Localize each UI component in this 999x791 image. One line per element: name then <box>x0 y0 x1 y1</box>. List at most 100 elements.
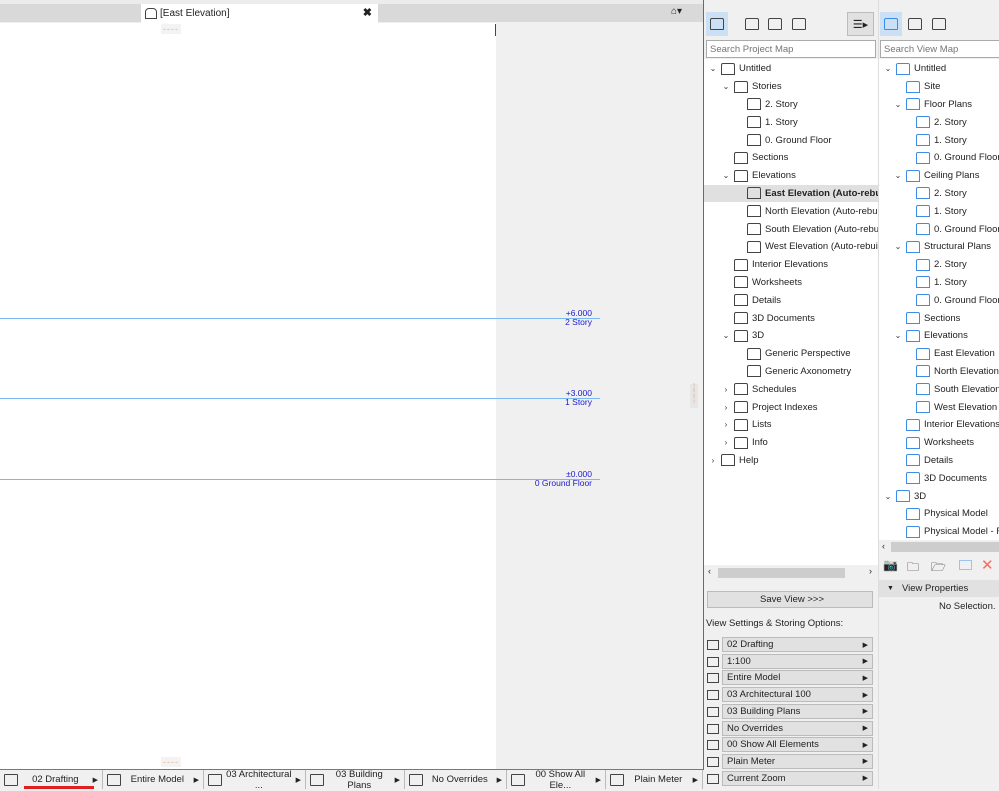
search-view-map[interactable] <box>880 40 999 58</box>
tree-item[interactable]: Site <box>879 78 999 96</box>
tree-item[interactable]: 1. Story <box>879 274 999 292</box>
chevron-down-icon[interactable]: ⌄ <box>893 242 903 251</box>
tree-item[interactable]: ⌄ Untitled <box>879 60 999 78</box>
tree-item[interactable]: South Elevation (Auto-rebuild Model) <box>704 220 878 238</box>
status-model-view[interactable]: Entire Model ▶ <box>103 770 204 789</box>
tree-item[interactable]: Interior Elevations <box>704 256 878 274</box>
tree-item[interactable]: 0. Ground Floor <box>879 149 999 167</box>
chevron-right-icon[interactable]: › <box>721 420 731 429</box>
tree-item[interactable]: 3D Documents <box>704 309 878 327</box>
view-properties-header[interactable]: ▼ View Properties <box>879 580 999 597</box>
tree-item[interactable]: 2. Story <box>879 113 999 131</box>
tree-item[interactable]: North Elevation <box>879 363 999 381</box>
tree-item[interactable]: ⌄ Elevations <box>879 327 999 345</box>
menu-button[interactable]: ☰▸ <box>847 12 874 36</box>
story-level-line[interactable] <box>0 479 600 480</box>
tree-item[interactable]: ⌄ Structural Plans <box>879 238 999 256</box>
tree-item[interactable]: East Elevation <box>879 345 999 363</box>
tree-item[interactable]: Worksheets <box>704 274 878 292</box>
tree-item[interactable]: 1. Story <box>879 202 999 220</box>
tree-item[interactable]: Physical Model - Front <box>879 523 999 540</box>
story-level-line[interactable] <box>0 398 600 399</box>
layout-book-button[interactable] <box>764 12 786 36</box>
status-mvo[interactable]: 03 Building Plans ▶ <box>306 769 405 791</box>
tree-item[interactable]: South Elevation <box>879 380 999 398</box>
tree-item[interactable]: ⌄ 3D <box>704 327 878 345</box>
option-graphic-override[interactable]: No Overrides ▶ <box>722 720 873 736</box>
chevron-down-icon[interactable]: ⌄ <box>721 171 731 180</box>
status-graphic-override[interactable]: No Overrides ▶ <box>405 770 507 789</box>
option-model-view[interactable]: Entire Model ▶ <box>722 670 873 686</box>
option-pen-set[interactable]: 03 Architectural 100 ▶ <box>722 687 873 703</box>
search-project-map[interactable] <box>706 40 876 58</box>
status-pen-set[interactable]: 03 Architectural ... ▶ <box>204 769 306 791</box>
view-map-scrollbar[interactable]: ‹ <box>879 541 999 553</box>
tree-item[interactable]: 3D Documents <box>879 469 999 487</box>
chevron-down-icon[interactable]: ⌄ <box>883 64 893 73</box>
tree-item[interactable]: 1. Story <box>879 131 999 149</box>
tree-item[interactable]: Sections <box>704 149 878 167</box>
tree-item[interactable]: ⌄ Untitled <box>704 60 878 78</box>
option-mvo[interactable]: 03 Building Plans ▶ <box>722 703 873 719</box>
tree-item[interactable]: › Info <box>704 434 878 452</box>
tree-item[interactable]: West Elevation <box>879 398 999 416</box>
resize-handle-top[interactable]: ---- <box>161 24 181 34</box>
tree-item[interactable]: Details <box>704 291 878 309</box>
view-switch-icon[interactable]: ⌂▾ <box>671 6 682 17</box>
save-view-button[interactable]: Save View >>> <box>707 591 873 608</box>
tree-item[interactable]: West Elevation (Auto-rebuild Model) <box>704 238 878 256</box>
chevron-down-icon[interactable]: ⌄ <box>721 82 731 91</box>
publisher-button[interactable] <box>788 12 810 36</box>
tree-item[interactable]: › Schedules <box>704 380 878 398</box>
tree-item[interactable]: 1. Story <box>704 113 878 131</box>
option-layers[interactable]: 02 Drafting ▶ <box>722 637 873 652</box>
chevron-down-icon[interactable]: ⌄ <box>893 100 903 109</box>
publisher-tab-button[interactable] <box>928 12 950 36</box>
tree-item[interactable]: ⌄ Elevations <box>704 167 878 185</box>
new-view-icon[interactable]: 📷 <box>883 558 901 574</box>
tree-item[interactable]: 2. Story <box>879 256 999 274</box>
tree-item[interactable]: Generic Axonometry <box>704 363 878 381</box>
chevron-down-icon[interactable]: ⌄ <box>721 331 731 340</box>
tree-item[interactable]: 0. Ground Floor <box>879 220 999 238</box>
tree-item[interactable]: 0. Ground Floor <box>879 291 999 309</box>
option-renovation[interactable]: 00 Show All Elements ▶ <box>722 737 873 753</box>
tree-item[interactable]: › Lists <box>704 416 878 434</box>
status-renovation[interactable]: 00 Show All Ele... ▶ <box>507 769 606 791</box>
splitter-handle[interactable]: ¦ ¦ ¦ <box>690 383 698 408</box>
tree-item[interactable]: › Help <box>704 452 878 470</box>
option-scale[interactable]: 1:100 ▶ <box>722 653 873 669</box>
layout-book-tab-button[interactable] <box>904 12 926 36</box>
tree-item[interactable]: Generic Perspective <box>704 345 878 363</box>
chevron-right-icon[interactable]: › <box>721 385 731 394</box>
drawing-canvas[interactable] <box>0 23 496 769</box>
tree-item[interactable]: 2. Story <box>704 96 878 114</box>
new-folder-icon[interactable]: 🗁 <box>931 558 946 579</box>
chevron-down-icon[interactable]: ⌄ <box>893 331 903 340</box>
delete-icon[interactable]: ✕ <box>981 556 994 574</box>
tree-item[interactable]: East Elevation (Auto-rebuild Model) <box>704 184 878 203</box>
chevron-down-icon[interactable]: ⌄ <box>893 171 903 180</box>
story-level-line[interactable] <box>0 318 600 319</box>
tree-item[interactable]: Details <box>879 452 999 470</box>
view-map-tab-button[interactable] <box>880 12 902 36</box>
tree-item[interactable]: Physical Model <box>879 505 999 523</box>
canvas-outside-area[interactable] <box>496 23 703 769</box>
tree-item[interactable]: 2. Story <box>879 185 999 203</box>
tree-item[interactable]: Sections <box>879 309 999 327</box>
tree-item[interactable]: 0. Ground Floor <box>704 131 878 149</box>
tree-item[interactable]: North Elevation (Auto-rebuild Model) <box>704 202 878 220</box>
chevron-down-icon[interactable]: ⌄ <box>708 64 718 73</box>
chevron-right-icon[interactable]: › <box>721 438 731 447</box>
option-zoom[interactable]: Current Zoom ▶ <box>722 770 873 786</box>
view-map-button[interactable] <box>741 12 763 36</box>
tree-item[interactable]: Interior Elevations <box>879 416 999 434</box>
tree-item[interactable]: ⌄ Floor Plans <box>879 96 999 114</box>
settings-icon[interactable] <box>959 560 972 570</box>
tree-item[interactable]: Worksheets <box>879 434 999 452</box>
tree-item[interactable]: ⌄ Ceiling Plans <box>879 167 999 185</box>
status-dimension[interactable]: Plain Meter ▶ <box>606 770 703 789</box>
horizontal-scrollbar[interactable]: ‹ › <box>704 566 878 580</box>
chevron-down-icon[interactable]: ⌄ <box>883 492 893 501</box>
chevron-right-icon[interactable]: › <box>721 403 731 412</box>
